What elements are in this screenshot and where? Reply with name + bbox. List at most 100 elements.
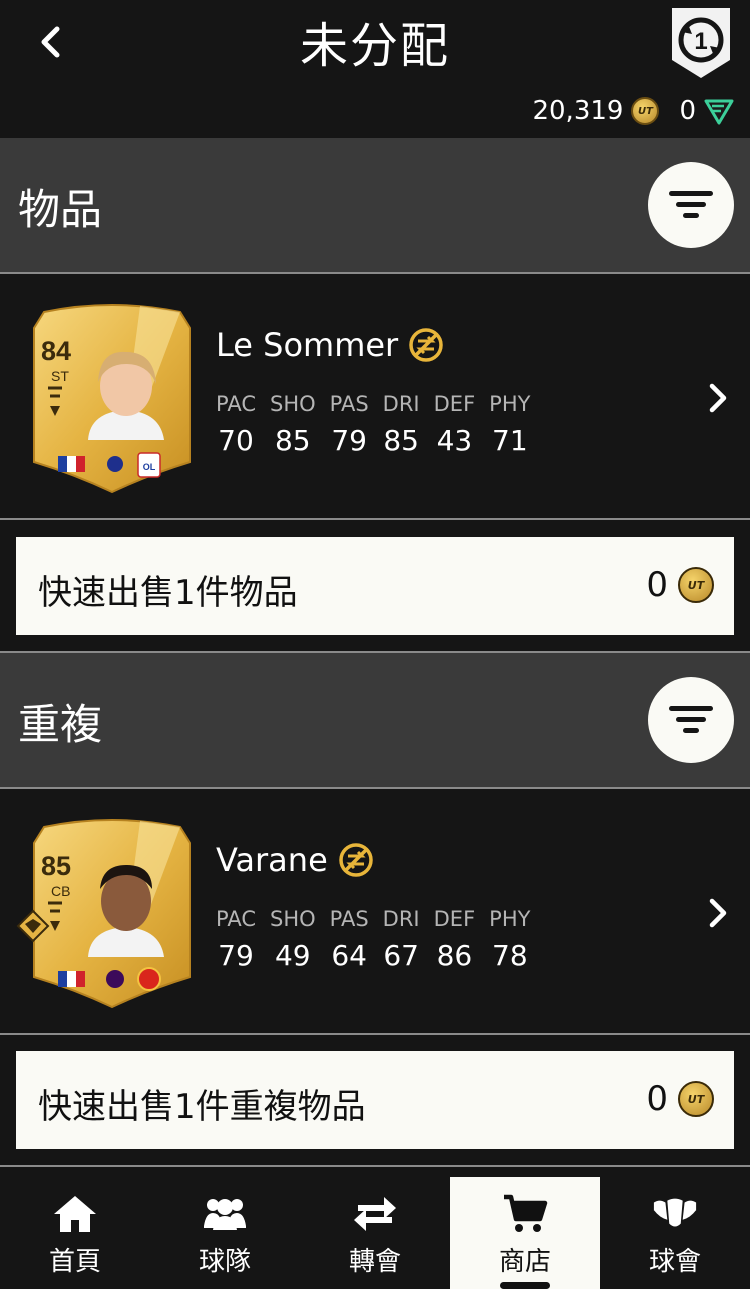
- coin-icon: UT: [678, 567, 714, 603]
- player-card[interactable]: 85 CB: [16, 817, 194, 1009]
- filter-icon: [669, 191, 713, 218]
- stat-label: SHO: [269, 392, 316, 416]
- stat-def: DEF 86: [434, 907, 476, 972]
- coin-icon: UT: [631, 97, 660, 125]
- nav-squad[interactable]: 球隊: [150, 1177, 300, 1289]
- stat-value: 67: [383, 939, 419, 972]
- player-name-row: Varane: [216, 841, 374, 879]
- flag-icon: [58, 456, 85, 472]
- stat-pac: PAC 70: [216, 392, 256, 457]
- filter-button[interactable]: [648, 677, 734, 763]
- stat-sho: SHO 85: [270, 392, 316, 457]
- objectives-button[interactable]: 1: [668, 4, 734, 82]
- player-row[interactable]: OL 84 ST Le Sommer PAC 70 SHO 85 PAS 79 DRI…: [0, 274, 750, 518]
- quick-sell-button[interactable]: 快速出售1件物品 0 UT: [16, 537, 734, 635]
- divider: [0, 1033, 750, 1035]
- section-title: 物品: [18, 185, 103, 234]
- points-balance: 0: [679, 96, 696, 126]
- page-title: 未分配: [299, 18, 450, 74]
- stat-value: 71: [492, 424, 528, 457]
- stat-phy: PHY 71: [489, 392, 530, 457]
- svg-text:1: 1: [694, 28, 707, 55]
- playstyle-badge-icon: [16, 909, 50, 943]
- stat-dri: DRI 85: [383, 392, 420, 457]
- stat-value: 85: [274, 424, 311, 457]
- player-name: Le Sommer: [216, 326, 399, 364]
- store-icon: [502, 1193, 548, 1235]
- player-stats: PAC 79 SHO 49 PAS 64 DRI 67 DEF 86 PHY 78: [216, 907, 544, 972]
- stat-sho: SHO 49: [270, 907, 316, 972]
- player-name-row: Le Sommer: [216, 326, 444, 364]
- chevron-right-icon[interactable]: [702, 378, 732, 418]
- stat-value: 85: [383, 424, 419, 457]
- nav-label: 球會: [648, 1247, 701, 1277]
- league-icon: [107, 456, 123, 472]
- stat-value: 79: [331, 424, 367, 457]
- stat-value: 79: [218, 939, 254, 972]
- stat-label: PAC: [216, 907, 256, 931]
- objectives-badge-icon: 1: [672, 8, 730, 78]
- stat-value: 70: [218, 424, 254, 457]
- nav-club[interactable]: 球會: [600, 1177, 750, 1289]
- league-icon: [106, 970, 124, 988]
- bottom-nav: 首頁 球隊 轉會 商店 球會: [0, 1177, 750, 1289]
- quick-sell-value: 0: [646, 565, 668, 605]
- stat-label: SHO: [269, 907, 316, 931]
- home-icon: [52, 1193, 98, 1235]
- stat-label: DRI: [382, 392, 420, 416]
- stat-def: DEF 43: [434, 392, 476, 457]
- stat-label: PAS: [329, 392, 369, 416]
- player-rating: 85: [41, 851, 72, 881]
- stat-value: 86: [436, 939, 473, 972]
- player-card[interactable]: OL 84 ST: [30, 302, 194, 494]
- filter-icon: [669, 706, 713, 733]
- player-row[interactable]: 85 CB Varane PAC 79 SHO 49 PAS 64 DRI 67 DEF…: [0, 789, 750, 1033]
- squad-icon: [202, 1193, 248, 1235]
- player-stats: PAC 70 SHO 85 PAS 79 DRI 85 DEF 43 PHY 71: [216, 392, 544, 457]
- stat-label: DEF: [433, 392, 476, 416]
- svg-text:OL: OL: [143, 462, 156, 472]
- quick-sell-button[interactable]: 快速出售1件重複物品 0 UT: [16, 1051, 734, 1149]
- club-icon: [652, 1193, 698, 1235]
- section-title: 重複: [18, 700, 103, 749]
- stat-phy: PHY 78: [489, 907, 530, 972]
- stat-label: PAS: [329, 907, 369, 931]
- stat-pac: PAC 79: [216, 907, 256, 972]
- player-rating: 84: [41, 336, 72, 366]
- filter-button[interactable]: [648, 162, 734, 248]
- club-badge-icon: [137, 967, 161, 991]
- quick-sell-value: 0: [646, 1079, 668, 1119]
- flag-icon: [58, 971, 85, 987]
- stat-label: DRI: [382, 907, 420, 931]
- gold-card-background: [33, 819, 191, 1009]
- quick-sell-label: 快速出售1件物品: [38, 573, 298, 613]
- stat-pas: PAS 79: [330, 392, 369, 457]
- nav-home[interactable]: 首頁: [0, 1177, 150, 1289]
- stat-label: DEF: [433, 907, 476, 931]
- stat-label: PHY: [489, 907, 531, 931]
- divider: [0, 1165, 750, 1167]
- coin-icon: UT: [678, 1081, 714, 1117]
- nav-label: 轉會: [348, 1247, 401, 1277]
- stat-value: 64: [331, 939, 367, 972]
- stat-label: PAC: [216, 392, 256, 416]
- untradeable-icon: [409, 328, 443, 362]
- player-name: Varane: [216, 841, 328, 879]
- nav-label: 首頁: [48, 1247, 101, 1277]
- section-header-items: 物品: [0, 138, 750, 272]
- nav-transfers[interactable]: 轉會: [300, 1177, 450, 1289]
- quick-sell-label: 快速出售1件重複物品: [38, 1087, 366, 1127]
- stat-value: 43: [436, 424, 473, 457]
- top-bar: 未分配 1 20,319 UT 0: [0, 0, 750, 138]
- player-position: ST: [51, 368, 69, 384]
- player-position: CB: [51, 883, 71, 899]
- stat-dri: DRI 67: [383, 907, 420, 972]
- section-header-duplicates: 重複: [0, 653, 750, 787]
- stat-value: 49: [274, 939, 311, 972]
- nav-store[interactable]: 商店: [450, 1177, 600, 1289]
- coin-balance: 20,319: [532, 96, 624, 126]
- chevron-right-icon[interactable]: [702, 893, 732, 933]
- nav-label: 球隊: [198, 1247, 251, 1277]
- stat-label: PHY: [489, 392, 531, 416]
- gold-card-background: OL: [33, 304, 191, 494]
